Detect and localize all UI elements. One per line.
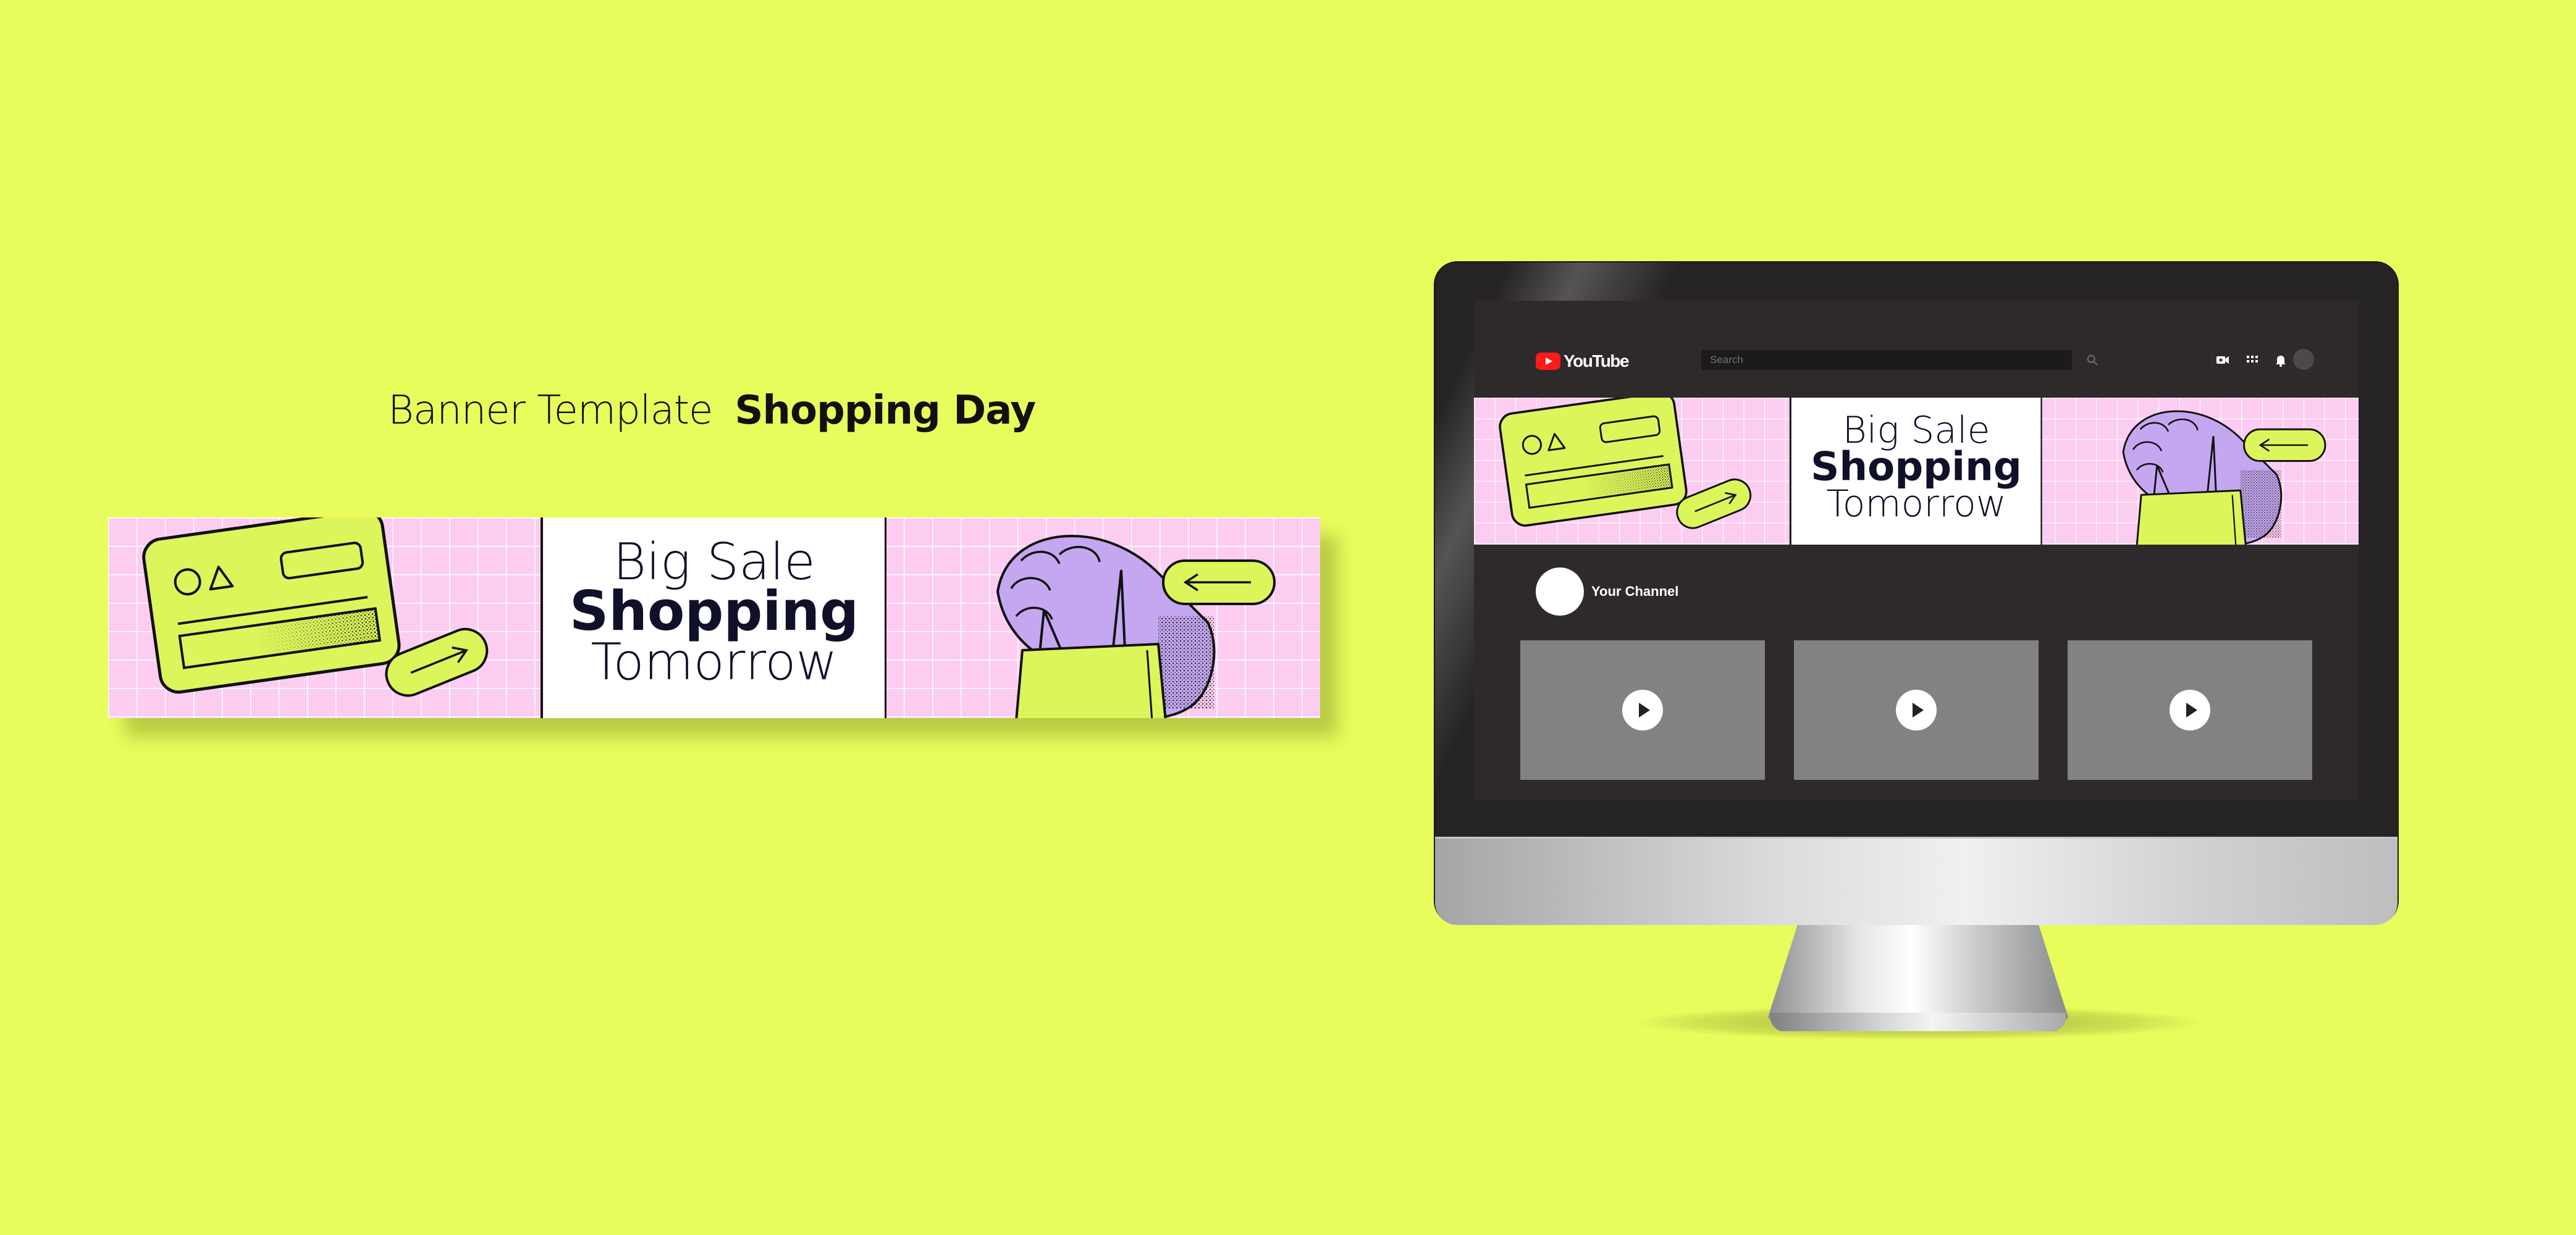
account-avatar[interactable] [2293, 349, 2314, 370]
monitor-chin [1435, 837, 2397, 925]
create-video-icon[interactable] [2215, 353, 2230, 367]
search-input[interactable] [1701, 350, 2072, 370]
apps-icon[interactable] [2245, 353, 2260, 367]
bell-icon[interactable] [2273, 353, 2288, 367]
heading-bold: Shopping Day [734, 388, 1036, 433]
banner-line-tomorrow: Tomorrow [591, 633, 837, 692]
channel-name[interactable]: Your Channel [1591, 582, 1678, 601]
youtube-wordmark: YouTube [1564, 351, 1630, 371]
monitor-screen: YouTube Big Sale Shopping Tomorrow Your … [1474, 301, 2359, 800]
channel-avatar[interactable] [1536, 567, 1584, 616]
channel-banner-line-tomorrow: Tomorrow [1826, 482, 2006, 525]
page-heading: Banner Template Shopping Day [388, 383, 1036, 438]
video-thumbnail[interactable] [1520, 640, 1765, 780]
video-thumbnail[interactable] [1794, 640, 2039, 780]
monitor-stand-base [1770, 1013, 2066, 1031]
play-icon[interactable] [1622, 690, 1663, 731]
search-icon[interactable] [2086, 353, 2099, 367]
banner-artwork: Big Sale Shopping Tomorrow [108, 517, 1320, 718]
heading-light: Banner Template [388, 388, 713, 433]
youtube-play-icon [1536, 353, 1560, 370]
banner-template: Big Sale Shopping Tomorrow [108, 517, 1320, 718]
youtube-logo[interactable]: YouTube [1536, 350, 1630, 372]
play-icon[interactable] [2170, 690, 2210, 731]
play-icon[interactable] [1896, 690, 1937, 731]
video-thumbnail[interactable] [2068, 640, 2312, 780]
channel-banner: Big Sale Shopping Tomorrow [1474, 398, 2359, 545]
